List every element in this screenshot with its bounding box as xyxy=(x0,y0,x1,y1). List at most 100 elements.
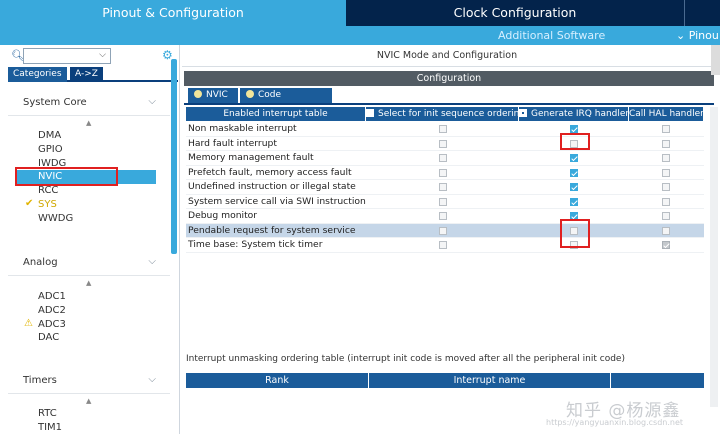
search-input[interactable]: ⌵ xyxy=(23,48,111,64)
config-tab-bar: NVIC Code generation xyxy=(184,88,714,115)
highlight-box xyxy=(560,133,590,150)
section-analog[interactable]: Analog ⌵ xyxy=(8,248,170,276)
hal-checkbox[interactable] xyxy=(662,125,670,133)
interrupt-name: System service call via SWI instruction xyxy=(188,195,366,207)
tab-categories[interactable]: Categories xyxy=(8,67,67,82)
pinout-view-label: Pinou xyxy=(688,29,719,42)
col-enabled-interrupt[interactable]: Enabled interrupt table xyxy=(186,107,366,121)
table-row[interactable]: Time base: System tick timer xyxy=(186,238,704,253)
table-header: Enabled interrupt table Select for init … xyxy=(186,107,704,121)
header-checkbox[interactable] xyxy=(366,109,374,117)
chevron-down-icon: ⌄ xyxy=(676,29,686,42)
sidebar-item-dma[interactable]: DMA xyxy=(38,130,61,141)
page-title: NVIC Mode and Configuration xyxy=(182,45,712,67)
tab-pinout-configuration[interactable]: Pinout & Configuration xyxy=(0,0,346,26)
hal-checkbox[interactable] xyxy=(662,241,670,249)
select-checkbox[interactable] xyxy=(439,226,447,235)
tab-overflow xyxy=(684,0,720,26)
select-checkbox[interactable] xyxy=(439,168,447,177)
tab-code-generation[interactable]: Code generation xyxy=(240,88,332,115)
table-row[interactable]: Prefetch fault, memory access fault xyxy=(186,166,704,180)
sort-icon[interactable]: ▲ xyxy=(86,397,91,405)
left-scrollbar[interactable] xyxy=(171,59,177,254)
select-checkbox[interactable] xyxy=(439,212,447,220)
tab-nvic[interactable]: NVIC xyxy=(188,88,238,103)
interrupt-name: Undefined instruction or illegal state xyxy=(188,181,356,192)
hal-checkbox[interactable] xyxy=(662,168,670,177)
rank-table-header: Rank Interrupt name xyxy=(186,373,704,388)
hal-checkbox[interactable] xyxy=(662,197,670,206)
status-dot-icon xyxy=(194,90,202,98)
tab-clock-configuration[interactable]: Clock Configuration xyxy=(346,0,684,26)
section-timers[interactable]: Timers ⌵ xyxy=(8,366,170,394)
chevron-down-icon[interactable]: ⌵ xyxy=(99,50,106,60)
sidebar-item-adc1[interactable]: ADC1 xyxy=(38,291,66,302)
warning-icon: ⚠ xyxy=(24,318,33,329)
collapse-arrows[interactable] xyxy=(711,45,720,75)
select-checkbox[interactable] xyxy=(439,139,447,148)
sidebar-item-sys[interactable]: SYS xyxy=(38,199,57,210)
sidebar-item-wwdg[interactable]: WWDG xyxy=(38,213,73,224)
hal-checkbox[interactable] xyxy=(662,212,670,220)
select-checkbox[interactable] xyxy=(439,241,447,249)
status-dot-icon xyxy=(246,90,254,98)
sidebar-item-tim1[interactable]: TIM1 xyxy=(38,422,62,433)
sidebar-item-adc3[interactable]: ADC3 xyxy=(38,319,66,330)
interrupt-name: Non maskable interrupt xyxy=(188,123,297,134)
section-system-core[interactable]: System Core ⌵ xyxy=(8,88,170,116)
tab-a-z[interactable]: A->Z xyxy=(70,67,103,82)
hal-checkbox[interactable] xyxy=(662,226,670,235)
tab-pinout-view[interactable]: ⌄ Pinou xyxy=(676,26,719,45)
interrupt-name: Hard fault interrupt xyxy=(188,137,277,149)
hal-checkbox[interactable] xyxy=(662,139,670,148)
table-row[interactable]: Pendable request for system service xyxy=(186,223,704,238)
table-row[interactable]: Undefined instruction or illegal state xyxy=(186,180,704,195)
col-interrupt-name[interactable]: Interrupt name xyxy=(369,373,611,388)
select-checkbox[interactable] xyxy=(439,197,447,206)
section-title: Analog xyxy=(23,257,58,268)
col-rank[interactable]: Rank xyxy=(186,373,369,388)
col-select-init[interactable]: Select for init sequence ordering xyxy=(366,107,519,121)
irq-checkbox[interactable] xyxy=(570,197,578,206)
chevron-down-icon[interactable]: ⌵ xyxy=(148,374,156,385)
tab-label: NVIC xyxy=(206,90,228,100)
sidebar-item-rtc[interactable]: RTC xyxy=(38,408,57,419)
highlight-box xyxy=(15,167,118,186)
col-generate-irq[interactable]: Generate IRQ handler xyxy=(519,107,629,121)
col-call-hal[interactable]: Call HAL handler xyxy=(629,107,704,121)
table-row[interactable]: Memory management fault xyxy=(186,151,704,166)
interrupt-name: Pendable request for system service xyxy=(188,224,356,236)
irq-checkbox[interactable] xyxy=(570,154,578,162)
table-row[interactable]: System service call via SWI instruction xyxy=(186,195,704,209)
sidebar-item-gpio[interactable]: GPIO xyxy=(38,144,63,155)
top-tab-bar: Pinout & Configuration Clock Configurati… xyxy=(0,0,720,26)
header-checkbox[interactable] xyxy=(519,109,527,117)
table-row[interactable]: Hard fault interrupt xyxy=(186,137,704,151)
table-scrollbar[interactable] xyxy=(710,107,718,407)
chevron-down-icon[interactable]: ⌵ xyxy=(148,96,156,107)
irq-checkbox[interactable] xyxy=(570,125,578,133)
sidebar-item-dac[interactable]: DAC xyxy=(38,332,59,343)
interrupt-name: Time base: System tick timer xyxy=(188,239,323,250)
hal-checkbox[interactable] xyxy=(662,154,670,162)
hal-checkbox[interactable] xyxy=(662,183,670,191)
interrupt-name: Memory management fault xyxy=(188,152,314,163)
col-label: Select for init sequence ordering xyxy=(378,109,519,119)
select-checkbox[interactable] xyxy=(439,125,447,133)
table-row[interactable]: Debug monitor xyxy=(186,209,704,224)
sidebar-item-rcc[interactable]: RCC xyxy=(38,185,58,196)
section-title: Timers xyxy=(23,375,57,386)
table-row[interactable]: Non maskable interrupt xyxy=(186,122,704,137)
select-checkbox[interactable] xyxy=(439,183,447,191)
check-icon: ✔ xyxy=(25,198,34,209)
sort-icon[interactable]: ▲ xyxy=(86,279,91,287)
tab-additional-software[interactable]: Additional Software xyxy=(498,26,605,45)
select-checkbox[interactable] xyxy=(439,154,447,162)
highlight-box xyxy=(560,219,590,248)
sort-icon[interactable]: ▲ xyxy=(86,119,91,127)
irq-checkbox[interactable] xyxy=(570,183,578,191)
chevron-down-icon[interactable]: ⌵ xyxy=(148,256,156,267)
irq-checkbox[interactable] xyxy=(570,168,578,177)
main-panel: NVIC Mode and Configuration Configuratio… xyxy=(182,45,720,434)
sidebar-item-adc2[interactable]: ADC2 xyxy=(38,305,66,316)
